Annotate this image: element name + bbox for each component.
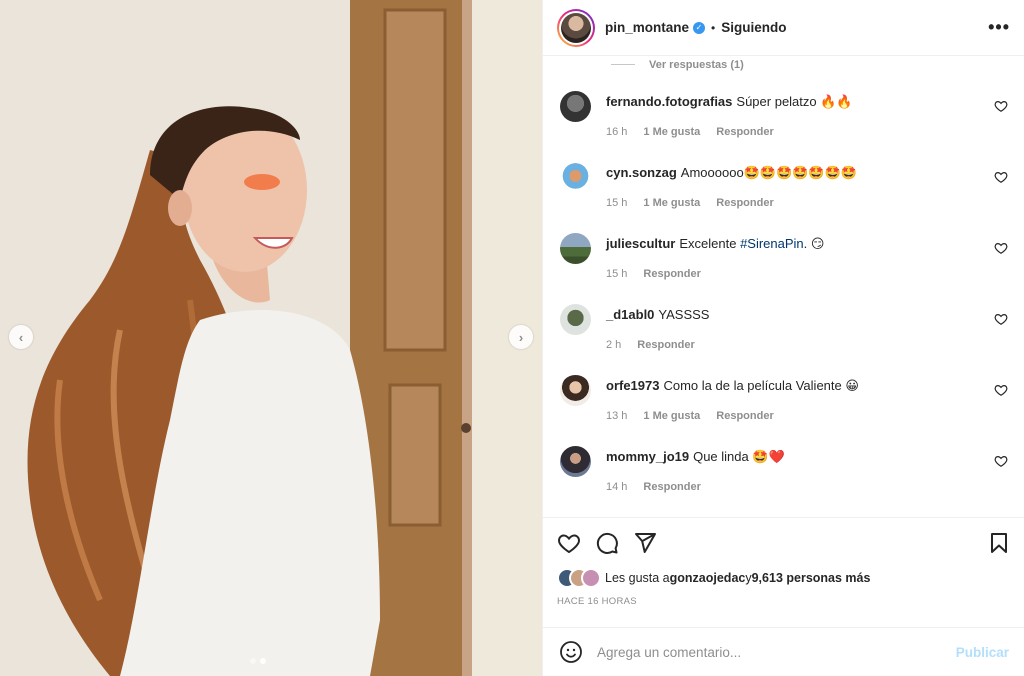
view-replies-label: Ver respuestas (1) (649, 58, 744, 71)
commenter-avatar[interactable] (560, 304, 591, 335)
comment-text: Súper pelatzo 🔥🔥 (736, 94, 853, 109)
author-avatar[interactable] (557, 8, 595, 47)
comment-likes[interactable]: 1 Me gusta (643, 408, 700, 424)
header-separator: • (711, 20, 716, 35)
reply-button[interactable]: Responder (716, 124, 773, 140)
verified-badge-icon: ✓ (693, 21, 706, 34)
commenter-avatar[interactable] (560, 233, 591, 264)
comment-username[interactable]: cyn.sonzag (606, 165, 677, 180)
like-comment-heart-icon[interactable] (994, 454, 1008, 468)
comment-input[interactable]: Agrega un comentario... (597, 645, 741, 660)
likes-summary: Les gusta a gonzaojedac y 9,613 personas… (557, 568, 1011, 588)
like-comment-heart-icon[interactable] (994, 241, 1008, 255)
comment-username[interactable]: orfe1973 (606, 378, 659, 393)
comment-time[interactable]: 15 h (606, 195, 627, 211)
comment-time[interactable]: 14 h (606, 479, 627, 495)
emoji-smiley-icon[interactable] (559, 640, 583, 664)
comment-likes[interactable]: 1 Me gusta (643, 124, 700, 140)
comment-bubble-icon[interactable] (595, 531, 619, 555)
next-photo-button[interactable]: › (509, 325, 533, 349)
like-comment-heart-icon[interactable] (994, 312, 1008, 326)
photo-illustration (0, 0, 542, 676)
comment-item: cyn.sonzag Amoooooo🤩🤩🤩🤩🤩🤩🤩 15 h 1 Me gusta… (543, 142, 1024, 213)
likes-count[interactable]: 9,613 personas más (752, 571, 871, 585)
reply-button[interactable]: Responder (637, 337, 694, 353)
post-timestamp[interactable]: HACE 16 HORAS (557, 596, 1011, 607)
comment-username[interactable]: mommy_jo19 (606, 449, 689, 464)
more-options-icon[interactable]: ••• (988, 17, 1010, 38)
author-username[interactable]: pin_montane (605, 20, 689, 35)
carousel-dot-active (260, 658, 266, 664)
commenter-avatar[interactable] (560, 91, 591, 122)
liker-avatars[interactable] (557, 568, 605, 588)
post-detail-panel: pin_montane ✓ • Siguiendo ••• Ver respue… (542, 0, 1024, 676)
publish-button[interactable]: Publicar (956, 645, 1009, 660)
comment-text-tail: . 😏 (803, 236, 825, 251)
comment-item: _d1abl0 YASSSS 2 h Responder (543, 284, 1024, 355)
comment-time[interactable]: 16 h (606, 124, 627, 140)
post-header: pin_montane ✓ • Siguiendo ••• (543, 0, 1024, 56)
comment-time[interactable]: 2 h (606, 337, 621, 353)
add-comment-bar: Agrega un comentario... Publicar (543, 627, 1024, 676)
reply-button[interactable]: Responder (716, 195, 773, 211)
comment-item: fernando.fotografias Súper pelatzo 🔥🔥 16 … (543, 71, 1024, 142)
comment-username[interactable]: fernando.fotografias (606, 94, 732, 109)
commenter-avatar[interactable] (560, 162, 591, 193)
comment-text: Que linda 🤩❤️ (693, 449, 785, 464)
likes-prefix: Les gusta a (605, 571, 670, 585)
comment-username[interactable]: juliescultur (606, 236, 675, 251)
commenter-avatar[interactable] (560, 446, 591, 477)
like-comment-heart-icon[interactable] (994, 99, 1008, 113)
comment-time[interactable]: 15 h (606, 266, 627, 282)
like-comment-heart-icon[interactable] (994, 383, 1008, 397)
share-paper-plane-icon[interactable] (633, 531, 657, 555)
reply-button[interactable]: Responder (643, 479, 700, 495)
comment-text: Como la de la película Valiente 😀 (663, 378, 859, 393)
reply-button[interactable]: Responder (643, 266, 700, 282)
carousel-dot (250, 658, 256, 664)
comment-item: juliescultur Excelente #SirenaPin. 😏 15 h… (543, 213, 1024, 284)
comment-likes[interactable]: 1 Me gusta (643, 195, 700, 211)
carousel-indicator (250, 658, 266, 664)
comment-item: mommy_jo19 Que linda 🤩❤️ 14 h Responder (543, 426, 1024, 497)
previous-photo-button[interactable]: ‹ (9, 325, 33, 349)
liker-username[interactable]: gonzaojedac (670, 571, 746, 585)
comment-hashtag-link[interactable]: #SirenaPin (740, 236, 804, 251)
comment-username[interactable]: _d1abl0 (606, 307, 654, 322)
comment-text: YASSSS (658, 307, 710, 322)
like-comment-heart-icon[interactable] (994, 170, 1008, 184)
comment-text: Amoooooo🤩🤩🤩🤩🤩🤩🤩 (680, 165, 857, 180)
following-button[interactable]: Siguiendo (721, 20, 786, 35)
post-photo[interactable]: ‹ › (0, 0, 542, 676)
reply-button[interactable]: Responder (716, 408, 773, 424)
commenter-avatar[interactable] (560, 375, 591, 406)
post-actions: Les gusta a gonzaojedac y 9,613 personas… (543, 517, 1024, 607)
comment-text: Excelente (679, 236, 741, 251)
replies-divider (611, 64, 635, 65)
comment-item: orfe1973 Como la de la película Valiente … (543, 355, 1024, 426)
like-heart-icon[interactable] (557, 531, 581, 555)
save-bookmark-icon[interactable] (987, 531, 1011, 555)
comment-time[interactable]: 13 h (606, 408, 627, 424)
